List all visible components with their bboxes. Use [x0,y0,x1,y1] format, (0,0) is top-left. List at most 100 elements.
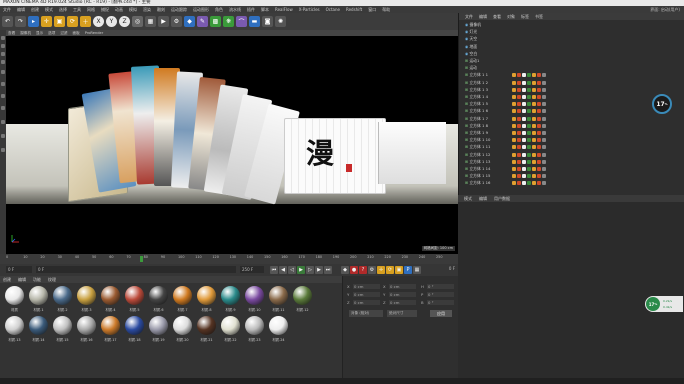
menu-item[interactable]: X-Particles [299,7,320,12]
tool-icon[interactable] [1,106,5,110]
menu-item[interactable]: 对象 [507,14,515,20]
coord-pos[interactable]: 0 cm [353,284,380,289]
keyframe-icon[interactable]: ◆ [341,266,349,274]
object-tag-icon[interactable] [527,181,532,186]
object-tag-icon[interactable] [527,159,532,164]
world-icon[interactable]: ◎ [132,16,143,27]
object-tag-icon[interactable] [522,123,527,128]
move-icon[interactable]: ✛ [41,16,52,27]
object-tag-icon[interactable] [512,159,517,164]
menu-item[interactable]: 用户数据 [494,196,510,202]
viewport[interactable]: 漫 网格间距: 100 cm [6,36,458,254]
material-ball[interactable] [269,286,288,305]
object-row[interactable]: ⊞ 运动 [465,65,665,71]
object-tag-icon[interactable] [537,181,542,186]
object-tag-icon[interactable] [537,159,542,164]
object-tag-icon[interactable] [532,102,537,107]
object-tag-icon[interactable] [537,73,542,78]
add-icon[interactable]: ＋ [80,16,91,27]
material-swatch[interactable]: 材质.14 [29,316,48,343]
object-tag-icon[interactable] [522,87,527,92]
object-tag-icon[interactable] [522,102,527,107]
object-tag-icon[interactable] [517,174,522,179]
object-tag-icon[interactable] [542,159,547,164]
tool-icon[interactable] [1,36,5,40]
material-swatch[interactable]: 材质.6 [149,286,168,313]
object-tag-icon[interactable] [522,138,527,143]
pen-icon[interactable]: ✎ [197,16,208,27]
object-row[interactable]: ⊞ 立方体 1 8 [465,123,665,129]
coord-pos[interactable]: 0 cm [353,300,380,305]
object-tag-icon[interactable] [527,95,532,99]
material-ball[interactable] [269,316,288,335]
object-tag-icon[interactable] [532,123,537,128]
object-tag-icon[interactable] [537,145,542,150]
deformer-icon[interactable]: ⌒ [236,16,247,27]
tool-icon[interactable] [1,44,5,48]
object-tag-icon[interactable] [517,181,522,186]
object-tag-icon[interactable] [512,181,517,186]
menu-item[interactable]: 模式 [45,7,53,13]
object-tag-icon[interactable] [542,109,547,114]
key-settings-icon[interactable]: ⚙ [368,266,376,274]
menu-item[interactable]: 查看 [493,14,501,20]
object-row[interactable]: ⊞ 立方体 1 7 [465,116,665,122]
object-tag-icon[interactable] [517,123,522,128]
material-ball[interactable] [197,286,216,305]
material-swatch[interactable]: 材质.3 [77,286,96,313]
prev-frame-icon[interactable]: ◁ [288,266,296,274]
redo-icon[interactable]: ↷ [15,16,26,27]
object-tag-icon[interactable] [522,167,527,171]
menu-item[interactable]: 脚本 [261,7,269,13]
menu-item[interactable]: 纹理 [48,277,56,283]
render-view-icon[interactable]: ▦ [145,16,156,27]
object-tag-icon[interactable] [522,152,527,157]
last-frame-icon[interactable]: ⏭ [324,266,332,274]
object-tag-icon[interactable] [527,167,532,171]
material-ball[interactable] [5,316,24,335]
object-tag-icon[interactable] [537,167,542,171]
current-frame-field[interactable]: 0 F [6,266,32,273]
object-tag-icon[interactable] [517,80,522,85]
coord-rot[interactable]: 0 ° [427,284,454,289]
object-tag-icon[interactable] [537,102,542,107]
object-tag-icon[interactable] [532,73,537,78]
scale-key-icon[interactable]: ▣ [395,266,403,274]
material-ball[interactable] [101,286,120,305]
object-tag-icon[interactable] [522,145,527,150]
menu-item[interactable]: 帮助 [382,7,390,13]
menu-item[interactable]: 运动图形 [193,7,209,13]
object-tag-icon[interactable] [512,152,517,157]
object-row[interactable]: ⊞ 立方体 1 2 [465,80,665,86]
material-ball[interactable] [149,316,168,335]
object-tag-icon[interactable] [537,123,542,128]
object-tag-icon[interactable] [517,102,522,107]
object-tag-icon[interactable] [537,80,542,85]
coord-pos[interactable]: 0 cm [353,292,380,297]
object-tag-icon[interactable] [517,167,522,171]
next-key-icon[interactable]: ▶ [315,266,323,274]
object-tag-icon[interactable] [527,123,532,128]
menu-item[interactable]: 插件 [247,7,255,13]
menu-item[interactable]: 选项 [48,31,55,36]
object-tag-icon[interactable] [542,167,547,171]
next-frame-icon[interactable]: ▷ [306,266,314,274]
record-icon[interactable]: ● [350,266,358,274]
first-frame-icon[interactable]: ⏮ [270,266,278,274]
object-tag-icon[interactable] [542,102,547,107]
object-row[interactable]: ⊞ 立方体 1 14 [465,166,665,172]
object-tag-icon[interactable] [542,123,547,128]
timeline-ruler[interactable]: 0 10 20 30 40 50 60 70 80 90 100 110 120 130 140 150 160… [0,254,458,264]
material-ball[interactable] [101,316,120,335]
object-tag-icon[interactable] [512,167,517,171]
light-icon[interactable]: ✺ [275,16,286,27]
menu-item[interactable]: Octane [326,7,340,12]
material-swatch[interactable]: 材质.7 [173,286,192,313]
menu-item[interactable]: 创建 [3,277,11,283]
object-tag-icon[interactable] [512,102,517,107]
param-key-icon[interactable]: P [404,266,412,274]
object-tag-icon[interactable] [537,138,542,143]
menu-item[interactable]: ProRender [85,31,104,35]
object-tag-icon[interactable] [542,95,547,99]
coord-size[interactable]: 0 cm [389,284,416,289]
